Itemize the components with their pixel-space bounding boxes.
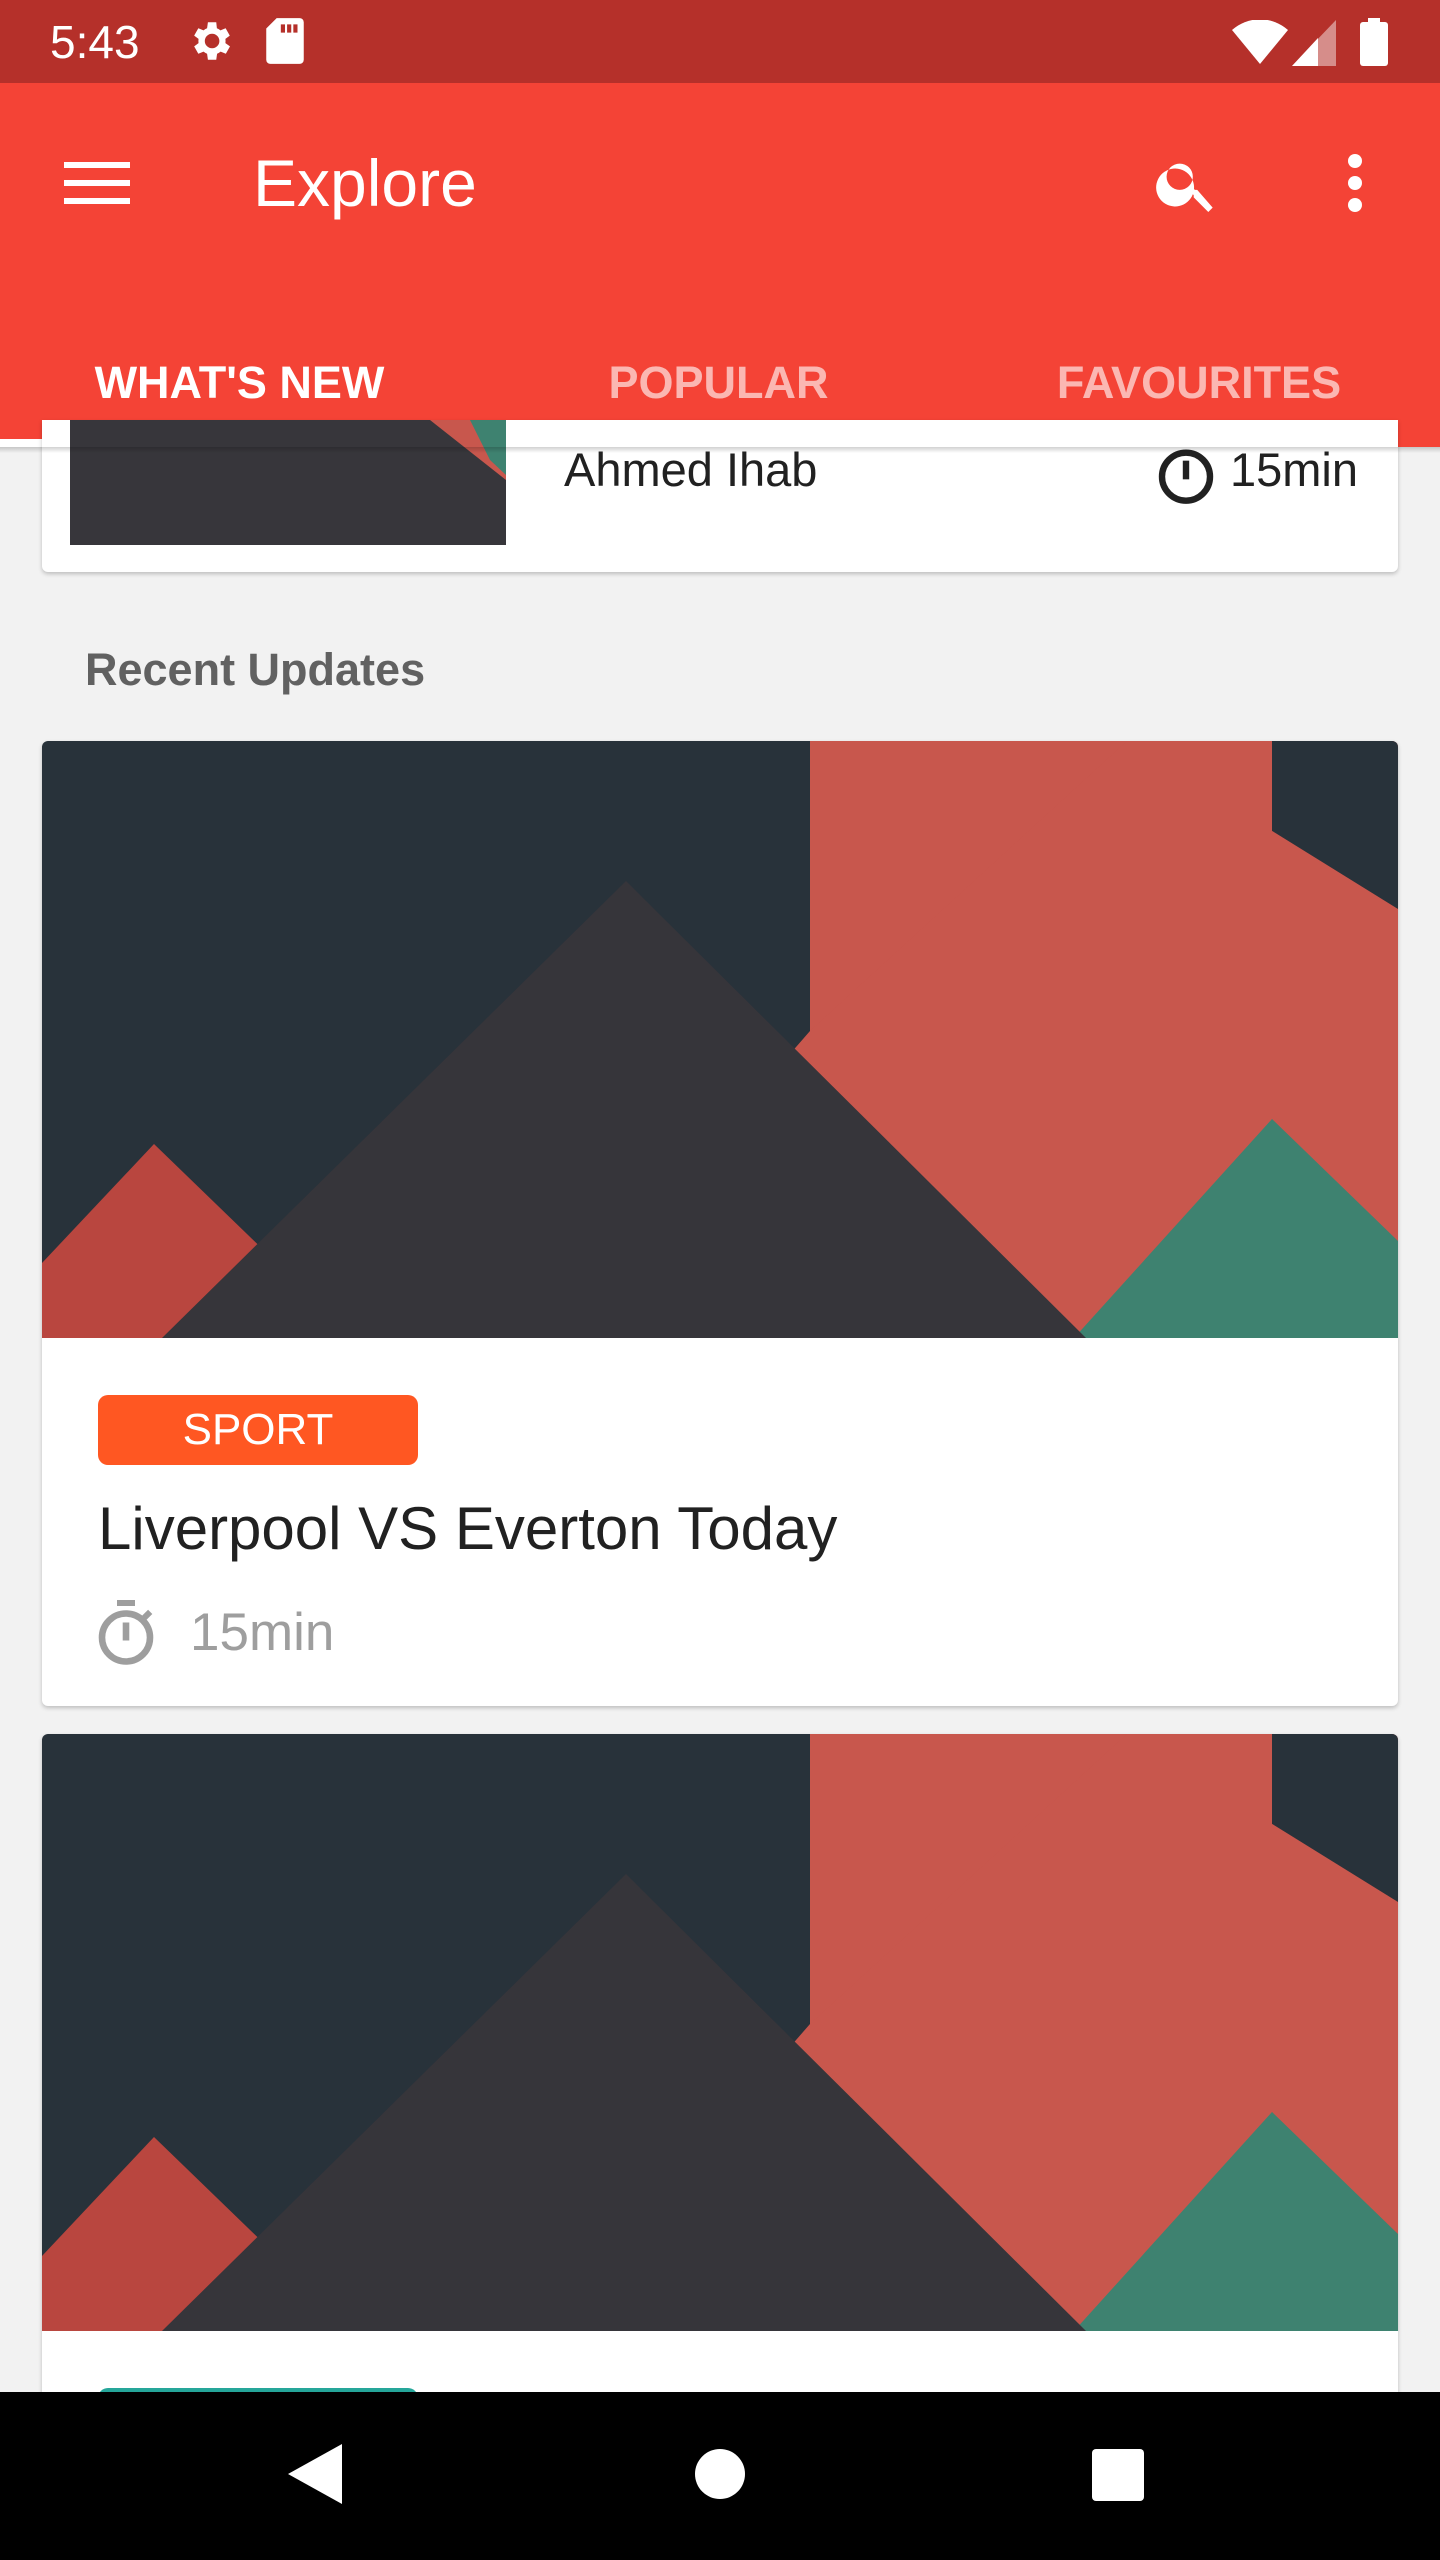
article-duration: 15min: [190, 1603, 335, 1662]
article-card[interactable]: SPORT Liverpool VS Everton Today 15min: [42, 741, 1398, 1706]
home-button[interactable]: [694, 2448, 746, 2505]
section-title: Recent Updates: [85, 644, 426, 695]
back-button[interactable]: [288, 2444, 342, 2509]
wifi-icon: [1232, 19, 1288, 69]
article-card-top[interactable]: Ahmed Ihab 15min: [42, 420, 1398, 572]
sd-card-icon: [262, 16, 308, 71]
category-tag[interactable]: SPORT: [98, 1395, 418, 1465]
article-thumbnail: [70, 420, 506, 545]
recents-button[interactable]: [1092, 2449, 1144, 2506]
app-bar-shadow: [0, 447, 1440, 453]
article-title[interactable]: Liverpool VS Everton Today: [98, 1493, 837, 1565]
app-bar: Explore WHAT'S NEW POPULAR FAVOURITES: [0, 83, 1440, 447]
more-vert-icon[interactable]: [1345, 153, 1365, 218]
timer-icon: [90, 1597, 162, 1674]
gear-icon: [185, 16, 235, 71]
app-title: Explore: [253, 146, 477, 220]
status-time: 5:43: [50, 16, 140, 68]
navigation-bar: [0, 2392, 1440, 2560]
signal-icon: [1292, 20, 1336, 71]
battery-icon: [1360, 18, 1388, 71]
menu-icon[interactable]: [64, 158, 130, 213]
article-image: [42, 1734, 1398, 2331]
article-image: [42, 741, 1398, 1338]
status-bar: 5:43: [0, 0, 1440, 83]
article-card[interactable]: [42, 1734, 1398, 2494]
search-icon[interactable]: [1152, 149, 1222, 224]
